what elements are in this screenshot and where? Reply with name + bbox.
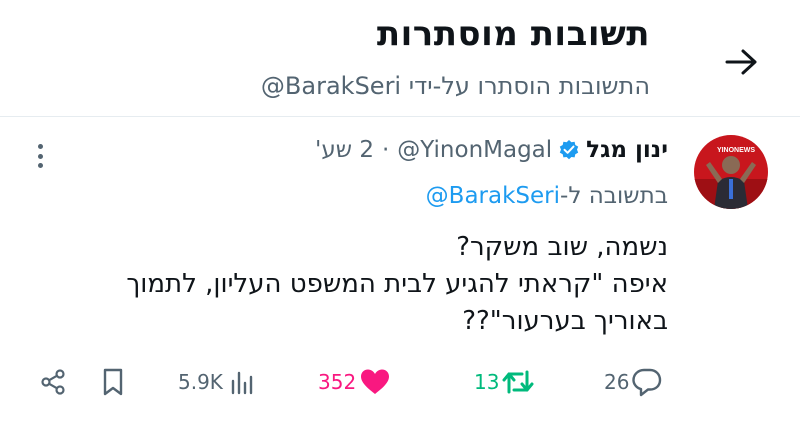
share-icon (41, 369, 65, 395)
likes-count: 352 (318, 370, 357, 394)
tweet-text-line: נשמה, שוב משקר? (456, 232, 668, 262)
views-button[interactable]: 5.9K (178, 362, 253, 402)
author-handle[interactable]: @YinonMagal (397, 137, 552, 163)
share-button[interactable] (38, 362, 68, 402)
back-arrow-icon (725, 49, 757, 75)
page-header: תשובות מוסתרות התשובות הוסתרו על-ידי Bar… (0, 0, 800, 116)
reply-icon (632, 368, 662, 397)
heart-icon (361, 369, 390, 394)
more-button[interactable] (30, 140, 50, 172)
tweet-text: נשמה, שוב משקר? איפה "קראתי להגיע לבית ה… (68, 229, 668, 340)
reply-handle-link[interactable]: @BarakSeri (426, 183, 560, 209)
bookmark-button[interactable] (100, 362, 126, 402)
tweet-time[interactable]: 2 שע' (315, 137, 374, 163)
retweet-icon (502, 370, 534, 394)
page-subtitle: התשובות הוסתרו על-ידי BarakSeri@ (260, 72, 650, 100)
reply-prefix: בתשובה ל- (560, 183, 668, 209)
avatar-logo-text: YINONEWS (717, 147, 755, 154)
back-button[interactable] (718, 38, 766, 86)
header-divider (0, 116, 800, 117)
tweet-text-line: באוריך בערעור"?? (462, 306, 668, 336)
separator: · (381, 137, 390, 163)
more-icon (37, 144, 43, 149)
tweet-author-row: ינון מגל @YinonMagal · 2 שע' (315, 137, 668, 163)
views-icon (231, 371, 253, 395)
author-name[interactable]: ינון מגל (586, 137, 668, 163)
views-count: 5.9K (178, 370, 223, 394)
avatar[interactable]: YINONEWS (694, 135, 768, 209)
reply-context: בתשובה ל-@BarakSeri (426, 183, 668, 209)
tweet-text-line: איפה "קראתי להגיע לבית המשפט העליון, לתמ… (126, 269, 668, 299)
retweet-button[interactable]: 13 (474, 362, 534, 402)
page-title: תשובות מוסתרות (376, 14, 650, 54)
retweets-count: 13 (474, 370, 500, 394)
like-button[interactable]: 352 (318, 362, 390, 402)
verified-badge-icon (558, 139, 580, 161)
bookmark-icon (103, 368, 123, 396)
reply-button[interactable]: 26 (604, 362, 663, 402)
tweet-actions: 5.9K 352 13 26 (0, 362, 800, 402)
replies-count: 26 (604, 370, 630, 394)
